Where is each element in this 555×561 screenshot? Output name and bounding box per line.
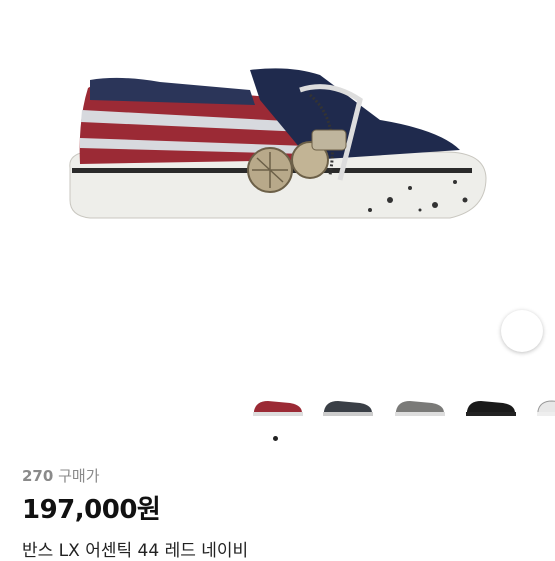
product-title: 반스 LX 어센틱 44 레드 네이비 — [22, 541, 249, 561]
gallery-indicator — [273, 436, 278, 441]
thumbnail-4[interactable] — [463, 393, 519, 421]
thumbnail-3[interactable] — [392, 393, 448, 421]
thumbnail-strip — [250, 393, 555, 423]
purchase-count: 270 구매가 — [22, 465, 100, 486]
sneaker-image — [69, 68, 487, 219]
product-image[interactable] — [0, 0, 555, 420]
image-search-button[interactable] — [501, 310, 543, 352]
active-dot — [273, 436, 278, 441]
price: 197,000원 — [22, 495, 161, 525]
thumbnail-5[interactable] — [534, 393, 555, 421]
purchase-count-label: 구매가 — [58, 467, 100, 485]
thumbnail-2[interactable] — [320, 393, 376, 421]
thumbnail-1[interactable] — [250, 393, 306, 421]
purchase-count-value: 270 — [22, 467, 54, 485]
